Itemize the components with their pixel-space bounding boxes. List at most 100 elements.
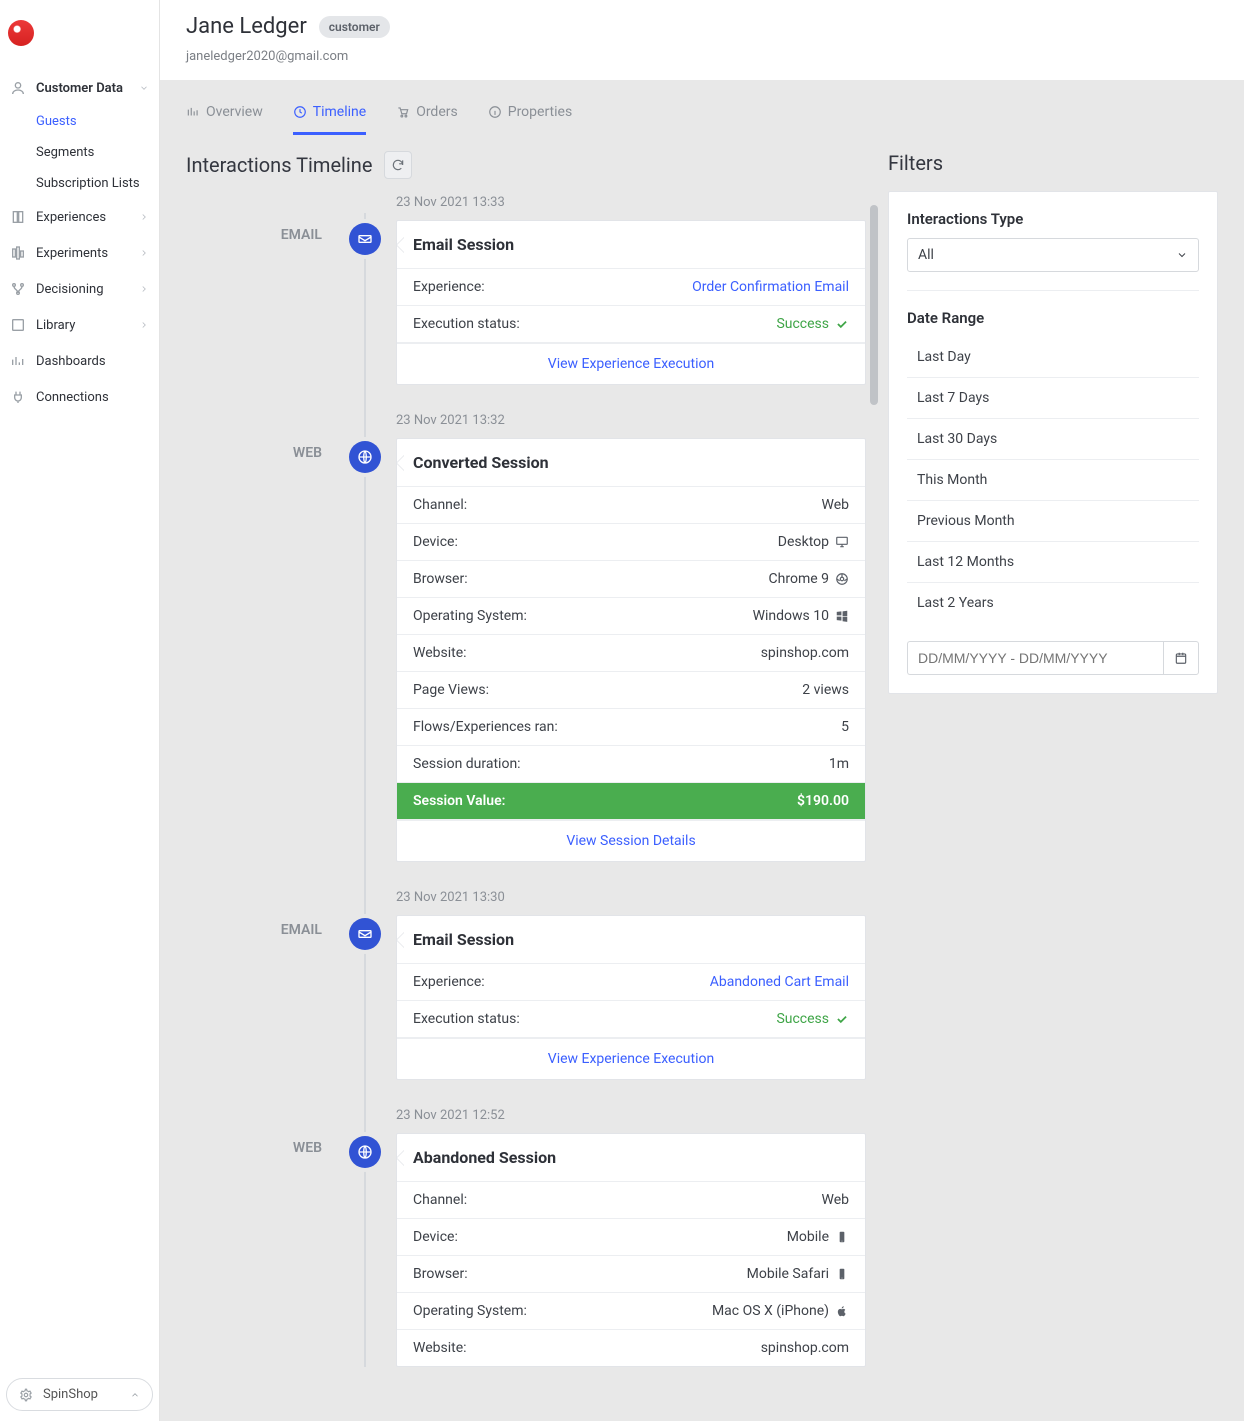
session-card: Abandoned SessionChannel:WebDevice:Mobil…: [396, 1133, 866, 1367]
card-action: View Experience Execution: [397, 343, 865, 384]
detail-row: Experience:Abandoned Cart Email: [397, 964, 865, 1001]
card-action-link[interactable]: View Experience Execution: [548, 356, 714, 372]
timeline-column: Interactions Timeline EMAIL23 Nov 2021 1…: [186, 151, 866, 1395]
entry-timestamp: 23 Nov 2021 12:52: [396, 1108, 866, 1123]
date-range-option[interactable]: Last 12 Months: [907, 542, 1199, 583]
sidebar-item-customer-data[interactable]: Customer Data: [0, 70, 159, 106]
sidebar: Customer Data Guests Segments Subscripti…: [0, 0, 160, 1421]
timeline-entry: WEB 23 Nov 2021 12:52 Abandoned SessionCha…: [186, 1108, 866, 1367]
detail-key: Browser:: [413, 1266, 468, 1282]
entry-channel-label: WEB: [186, 413, 346, 862]
sidebar-item-dashboards[interactable]: Dashboards: [0, 343, 159, 379]
section-title: Interactions Timeline: [186, 153, 372, 177]
scrollbar-thumb[interactable]: [870, 205, 878, 405]
nav-label: Experiments: [36, 246, 108, 261]
mobile-icon: [835, 1267, 849, 1281]
detail-key: Device:: [413, 534, 458, 550]
globe-icon: [349, 1136, 381, 1168]
sidebar-item-guests[interactable]: Guests: [0, 106, 159, 137]
customer-name: Jane Ledger: [186, 14, 307, 39]
entry-channel-label: WEB: [186, 1108, 346, 1367]
date-picker-button[interactable]: [1163, 641, 1199, 675]
calendar-icon: [1174, 651, 1188, 665]
detail-value: 2 views: [802, 682, 849, 698]
card-title: Email Session: [397, 221, 865, 269]
tab-timeline[interactable]: Timeline: [293, 96, 366, 135]
detail-row: Session duration:1m: [397, 746, 865, 783]
sidebar-item-subscription-lists[interactable]: Subscription Lists: [0, 168, 159, 199]
tab-properties[interactable]: Properties: [488, 96, 572, 135]
nav-sub-customer-data: Guests Segments Subscription Lists: [0, 106, 159, 199]
date-range-option[interactable]: Last 2 Years: [907, 583, 1199, 623]
detail-row: Execution status:Success: [397, 1001, 865, 1038]
customer-type-badge: customer: [319, 16, 390, 38]
detail-row: Website:spinshop.com: [397, 1330, 865, 1366]
interactions-type-label: Interactions Type: [907, 210, 1199, 228]
monitor-icon: [835, 535, 849, 549]
detail-key: Device:: [413, 1229, 458, 1245]
brand-logo[interactable]: [8, 20, 34, 46]
date-range-option[interactable]: Previous Month: [907, 501, 1199, 542]
filters-title: Filters: [888, 151, 1218, 175]
detail-row: Experience:Order Confirmation Email: [397, 269, 865, 306]
session-card: Email SessionExperience:Abandoned Cart E…: [396, 915, 866, 1080]
detail-row: Website:spinshop.com: [397, 635, 865, 672]
card-action: View Experience Execution: [397, 1038, 865, 1079]
entry-body: 23 Nov 2021 13:33Email SessionExperience…: [396, 195, 866, 385]
sidebar-item-library[interactable]: Library: [0, 307, 159, 343]
date-range-option[interactable]: Last 7 Days: [907, 378, 1199, 419]
detail-value-link[interactable]: Abandoned Cart Email: [710, 974, 849, 990]
detail-value: Windows 10: [753, 608, 849, 624]
sidebar-item-decisioning[interactable]: Decisioning: [0, 271, 159, 307]
detail-value: Mobile Safari: [747, 1266, 849, 1282]
detail-key: Website:: [413, 645, 467, 661]
logo-area: [0, 0, 159, 66]
customer-email: janeledger2020@gmail.com: [186, 49, 1218, 64]
card-action-link[interactable]: View Session Details: [566, 833, 695, 849]
info-icon: [488, 105, 502, 119]
detail-value-link[interactable]: Order Confirmation Email: [692, 279, 849, 295]
workspace-switcher[interactable]: SpinShop: [6, 1378, 153, 1411]
detail-value: Success: [776, 316, 849, 332]
tab-label: Orders: [416, 104, 458, 120]
divider: [907, 290, 1199, 291]
tabs: Overview Timeline Orders Properties: [160, 80, 1244, 135]
detail-value: spinshop.com: [761, 1340, 849, 1356]
date-range-option[interactable]: This Month: [907, 460, 1199, 501]
tab-label: Properties: [508, 104, 572, 120]
detail-value: Success: [776, 1011, 849, 1027]
tab-label: Overview: [206, 104, 263, 120]
tab-overview[interactable]: Overview: [186, 96, 263, 135]
detail-row: Device:Mobile: [397, 1219, 865, 1256]
sidebar-item-experiences[interactable]: Experiences: [0, 199, 159, 235]
detail-row: Browser: Mobile Safari: [397, 1256, 865, 1293]
sidebar-item-experiments[interactable]: Experiments: [0, 235, 159, 271]
beaker-icon: [10, 245, 26, 261]
timeline-entry: EMAIL23 Nov 2021 13:33Email SessionExper…: [186, 195, 866, 385]
refresh-button[interactable]: [384, 151, 412, 179]
chevron-right-icon: [139, 212, 149, 222]
detail-value: 1m: [829, 756, 849, 772]
detail-key: Channel:: [413, 497, 467, 513]
card-action-link[interactable]: View Experience Execution: [548, 1051, 714, 1067]
detail-row: Flows/Experiences ran:5: [397, 709, 865, 746]
gear-icon: [19, 1388, 33, 1402]
interactions-type-select[interactable]: All: [907, 238, 1199, 272]
date-range-input[interactable]: [907, 641, 1163, 675]
detail-value: Mac OS X (iPhone): [712, 1303, 849, 1319]
tab-label: Timeline: [313, 104, 366, 120]
date-range-option[interactable]: Last 30 Days: [907, 419, 1199, 460]
dashboard-icon: [10, 353, 26, 369]
sidebar-item-connections[interactable]: Connections: [0, 379, 159, 415]
sidebar-item-segments[interactable]: Segments: [0, 137, 159, 168]
nav-label: Decisioning: [36, 282, 104, 297]
tab-orders[interactable]: Orders: [396, 96, 458, 135]
date-range-option[interactable]: Last Day: [907, 337, 1199, 378]
detail-key: Execution status:: [413, 316, 520, 332]
card-action: View Session Details: [397, 820, 865, 861]
layers-icon: [10, 209, 26, 225]
check-icon: [835, 317, 849, 331]
select-value: All: [918, 247, 934, 263]
chevron-right-icon: [139, 320, 149, 330]
windows-icon: [835, 609, 849, 623]
